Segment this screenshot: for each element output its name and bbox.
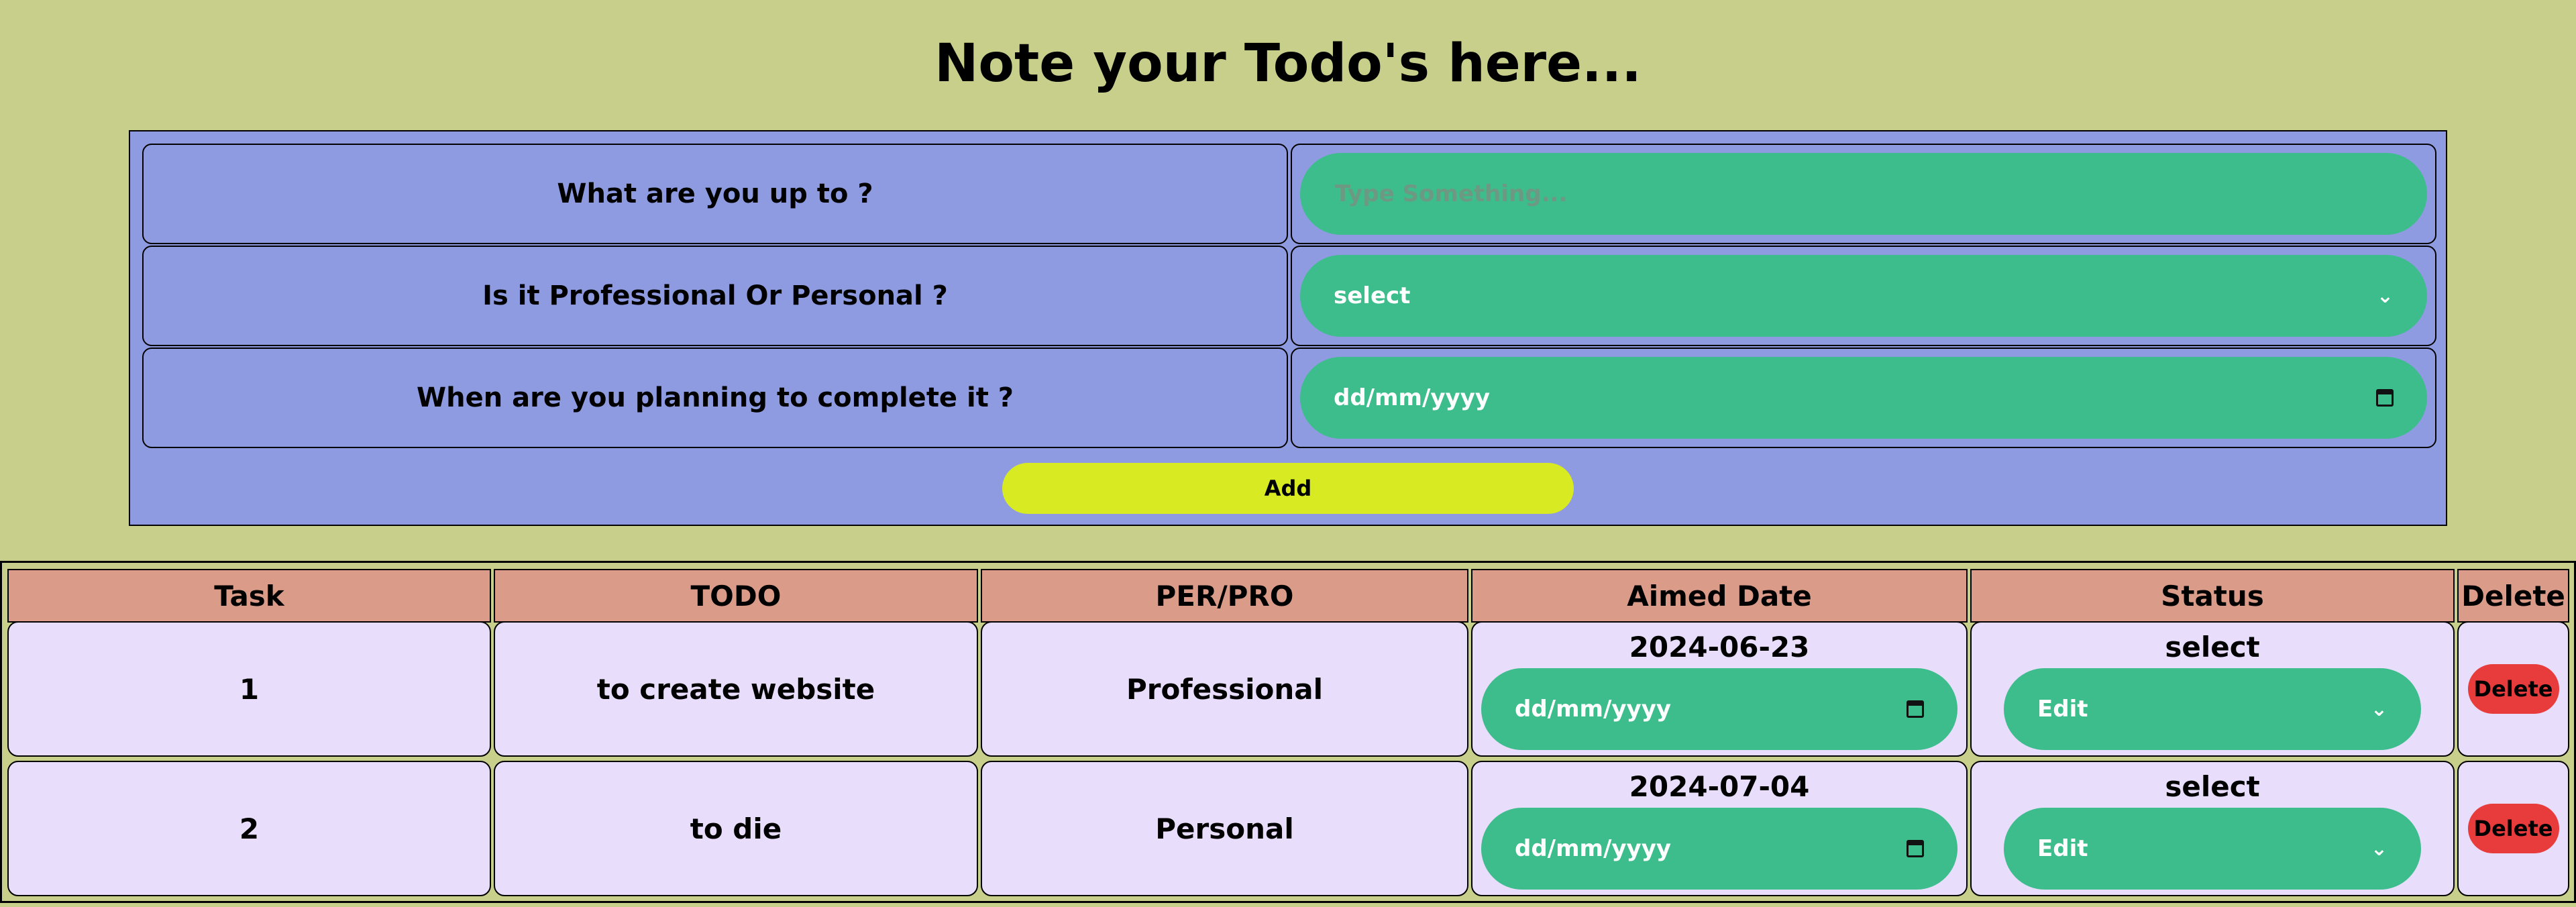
- row-2-date-input[interactable]: dd/mm/yyyy: [1481, 808, 1957, 890]
- todo-table: Task TODO PER/PRO Aimed Date Status Dele…: [0, 561, 2576, 903]
- header-status: Status: [1970, 569, 2455, 623]
- row-2-delete-cell: Delete: [2457, 761, 2569, 896]
- chevron-down-icon: ⌄: [2370, 837, 2387, 861]
- page-title: Note your Todo's here...: [934, 34, 1642, 94]
- row-1-delete-button[interactable]: Delete: [2467, 664, 2559, 714]
- row-2-type: Personal: [981, 761, 1468, 896]
- calendar-icon[interactable]: [2376, 389, 2394, 407]
- row-1-date-placeholder: dd/mm/yyyy: [1515, 696, 1672, 723]
- task-input-pill[interactable]: [1300, 153, 2427, 235]
- row-2-status-value: select: [2165, 770, 2260, 803]
- row-1-date-value: 2024-06-23: [1629, 631, 1810, 663]
- date-input-placeholder: dd/mm/yyyy: [1334, 384, 1491, 411]
- header-delete: Delete: [2457, 569, 2569, 623]
- task-input[interactable]: [1334, 180, 2394, 208]
- row-1-task: 1: [7, 621, 491, 757]
- task-label: What are you up to ?: [142, 144, 1288, 244]
- date-cell: dd/mm/yyyy: [1291, 348, 2436, 448]
- calendar-icon[interactable]: [1907, 700, 1924, 718]
- chevron-down-icon: ⌄: [2376, 284, 2394, 308]
- task-row: What are you up to ?: [142, 144, 2436, 244]
- row-1-status-select[interactable]: Edit ⌄: [2004, 668, 2421, 750]
- row-1-aimed-date: 2024-06-23 dd/mm/yyyy: [1471, 621, 1968, 757]
- date-label: When are you planning to complete it ?: [142, 348, 1288, 448]
- date-input[interactable]: dd/mm/yyyy: [1300, 357, 2427, 439]
- row-2-aimed-date: 2024-07-04 dd/mm/yyyy: [1471, 761, 1968, 896]
- type-cell: select ⌄: [1291, 246, 2436, 346]
- row-1-status-select-value: Edit: [2037, 696, 2088, 723]
- row-2-date-value: 2024-07-04: [1629, 770, 1810, 803]
- type-select[interactable]: select ⌄: [1300, 255, 2427, 337]
- task-cell: [1291, 144, 2436, 244]
- date-row: When are you planning to complete it ? d…: [142, 348, 2436, 448]
- row-1-date-input[interactable]: dd/mm/yyyy: [1481, 668, 1957, 750]
- type-label: Is it Professional Or Personal ?: [142, 246, 1288, 346]
- row-2-task: 2: [7, 761, 491, 896]
- header-task: Task: [7, 569, 491, 623]
- row-2-status-select[interactable]: Edit ⌄: [2004, 808, 2421, 890]
- row-1-delete-cell: Delete: [2457, 621, 2569, 757]
- header-todo: TODO: [494, 569, 978, 623]
- row-1-status-value: select: [2165, 631, 2260, 663]
- type-select-value: select: [1334, 282, 1411, 309]
- add-button[interactable]: Add: [1002, 463, 1574, 514]
- row-1-status: select Edit ⌄: [1970, 621, 2455, 757]
- row-2-status-select-value: Edit: [2037, 835, 2088, 862]
- calendar-icon[interactable]: [1907, 840, 1924, 857]
- todo-form: What are you up to ? Is it Professional …: [129, 130, 2447, 526]
- row-2-todo: to die: [494, 761, 978, 896]
- row-2-status: select Edit ⌄: [1970, 761, 2455, 896]
- header-per-pro: PER/PRO: [981, 569, 1468, 623]
- row-2-delete-button[interactable]: Delete: [2467, 804, 2559, 853]
- row-2-date-placeholder: dd/mm/yyyy: [1515, 835, 1672, 862]
- type-row: Is it Professional Or Personal ? select …: [142, 246, 2436, 346]
- header-aimed-date: Aimed Date: [1471, 569, 1968, 623]
- row-1-type: Professional: [981, 621, 1468, 757]
- chevron-down-icon: ⌄: [2370, 697, 2387, 721]
- row-1-todo: to create website: [494, 621, 978, 757]
